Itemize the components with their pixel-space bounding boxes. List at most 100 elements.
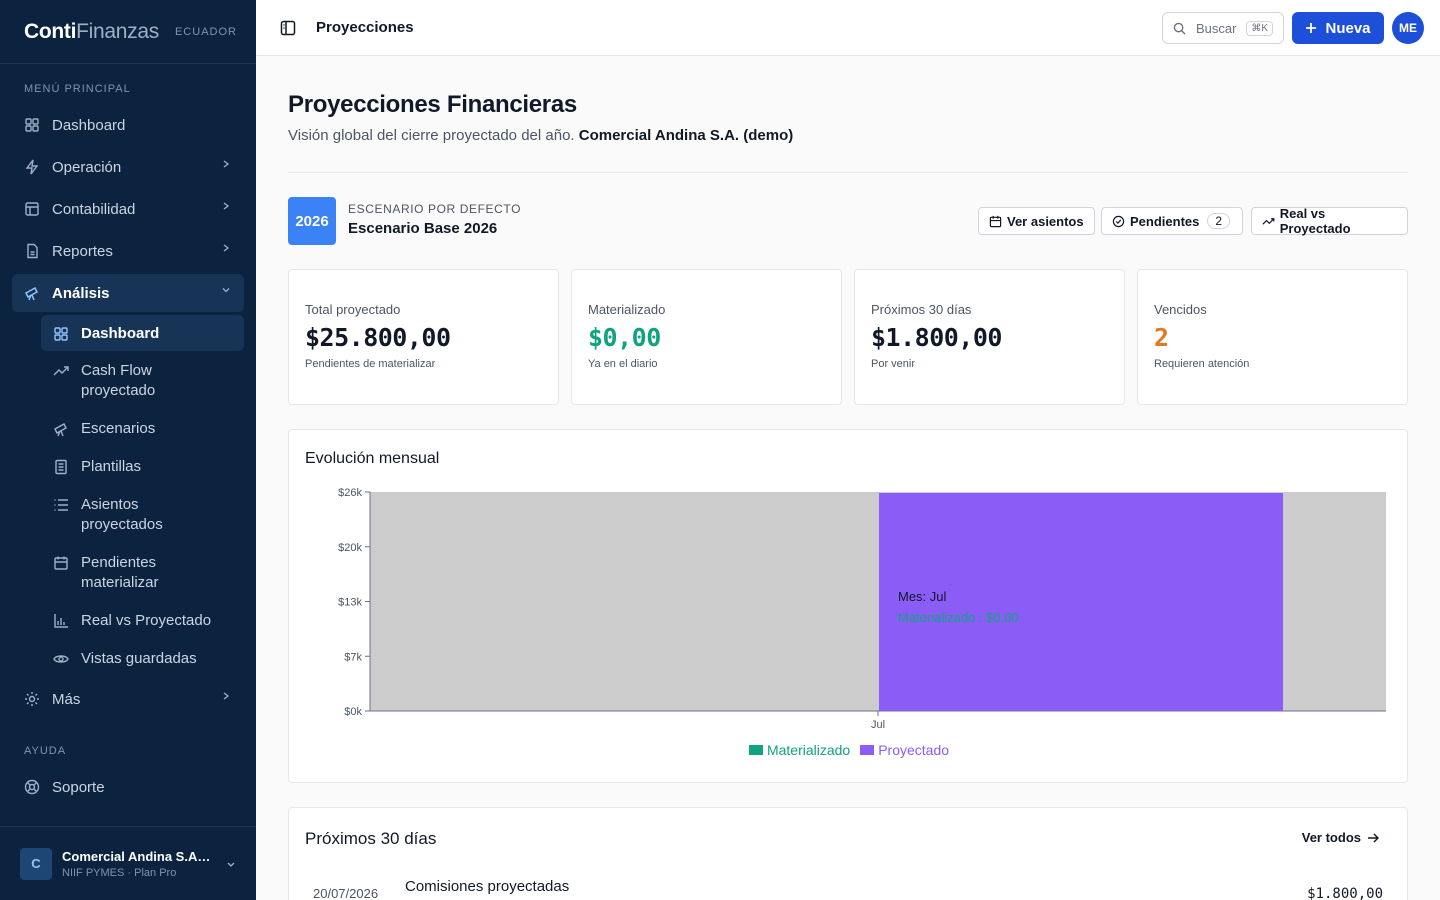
list-icon [54, 499, 68, 511]
kpi-label: Materializado [588, 302, 666, 317]
trend-up-icon [1262, 217, 1275, 225]
grid-icon [25, 118, 39, 132]
scenario-year-badge: 2026 [288, 197, 336, 245]
y-tick-label: $7k [344, 651, 362, 663]
company-name: Comercial Andina S.A. (demo) [578, 127, 794, 144]
grid-icon [25, 202, 39, 216]
sub-item-label: Pendientes materializar [81, 554, 159, 591]
scenario-name: Escenario Base 2026 [348, 220, 498, 237]
sub-item-label: Asientos proyectados [81, 496, 163, 533]
org-name: Comercial Andina S.A. (demo) [62, 848, 212, 864]
pending-label: Pendientes [1130, 213, 1200, 229]
check-circle-icon [1112, 215, 1125, 227]
sub-item-real-vs-proyectado[interactable]: Real vs Proyectado [41, 602, 244, 640]
sidebar-item-reportes[interactable]: Reportes [12, 232, 244, 270]
brand-logo[interactable]: ContiFinanzas [24, 20, 159, 44]
pending-button[interactable]: Pendientes 2 [1101, 207, 1243, 235]
sidebar-item-soporte[interactable]: Soporte [12, 768, 244, 806]
sub-item-label: Cash Flow proyectado [81, 362, 156, 399]
search-label: Buscar [1196, 20, 1237, 36]
page-subtitle-text: Visión global del cierre proyectado del … [288, 127, 575, 144]
calendar-icon [54, 556, 68, 570]
sidebar-item-label: Dashboard [52, 116, 126, 134]
org-switcher[interactable]: C Comercial Andina S.A. (demo) NIIF PYME… [0, 826, 256, 900]
chart-legend: Materializado Proyectado [289, 742, 1409, 758]
sub-item-label: Dashboard [81, 325, 160, 342]
sub-item-asientos[interactable]: Asientos proyectados [41, 486, 211, 544]
lifebuoy-icon [24, 779, 40, 795]
sidebar-item-label: Reportes [52, 242, 113, 260]
bolt-icon [25, 159, 39, 175]
chart-card-title: Evolución mensual [305, 450, 440, 467]
kpi-label: Total proyectado [305, 302, 401, 317]
sub-item-escenarios[interactable]: Escenarios [41, 410, 244, 448]
view-entries-button[interactable]: Ver asientos [978, 207, 1095, 235]
section-label-help: AYUDA [24, 745, 67, 757]
view-all-label: Ver todos [1301, 830, 1361, 845]
sub-item-vistas-guardadas[interactable]: Vistas guardadas [41, 640, 244, 678]
y-tick-label: $0k [344, 706, 362, 718]
new-button[interactable]: Nueva [1292, 12, 1384, 44]
page-title: Proyecciones Financieras [288, 91, 577, 118]
legend-swatch [860, 745, 875, 755]
row-title: Comisiones proyectadas [405, 878, 570, 895]
sidebar-item-label: Soporte [52, 778, 105, 796]
org-avatar: C [20, 847, 52, 880]
kpi-value: $0,00 [588, 323, 661, 352]
sidebar: ContiFinanzas ECUADOR MENÚ PRINCIPAL Das… [0, 0, 256, 900]
upcoming-title: Próximos 30 días [305, 829, 437, 848]
monthly-chart-card: Evolución mensual $0k $7k $13k $20k $26k Jul M… [288, 429, 1408, 783]
legend-item-materialized[interactable]: Materializado [748, 742, 851, 758]
chevron-down-icon [222, 288, 230, 293]
kpi-label: Vencidos [1154, 302, 1207, 317]
telescope-icon [25, 286, 38, 301]
chevron-right-icon [223, 160, 230, 168]
sidebar-item-analisis[interactable]: Análisis [12, 274, 244, 312]
legend-item-projected[interactable]: Proyectado [860, 742, 949, 758]
sidebar-item-contabilidad[interactable]: Contabilidad [12, 190, 244, 228]
y-tick-label: $20k [338, 542, 362, 554]
sub-item-label: Vistas guardadas [81, 650, 197, 667]
kpi-card-materialized: Materializado $0,00 Ya en el diario [571, 269, 842, 405]
kpi-label: Próximos 30 días [871, 302, 972, 317]
grid-icon [54, 327, 68, 341]
sidebar-item-label: Análisis [52, 284, 110, 302]
scenario-label: ESCENARIO POR DEFECTO [348, 202, 522, 216]
top-header: Proyecciones Buscar ⌘K Nueva ME [256, 0, 1440, 56]
sidebar-item-mas[interactable]: Más [12, 680, 244, 718]
brand: ContiFinanzas ECUADOR [0, 0, 256, 64]
sub-item-cash-flow[interactable]: Cash Flow proyectado [41, 352, 211, 410]
sidebar-toggle-icon[interactable] [280, 20, 296, 36]
x-tick-label: Jul [871, 719, 885, 731]
user-avatar[interactable]: ME [1392, 12, 1424, 44]
sub-item-plantillas[interactable]: Plantillas [41, 448, 244, 486]
sub-item-label: Real vs Proyectado [81, 612, 212, 629]
page-header-title: Proyecciones [316, 19, 414, 36]
plus-icon [1306, 23, 1317, 33]
view-entries-label: Ver asientos [1007, 213, 1084, 229]
kpi-card-overdue: Vencidos 2 Requieren atención [1137, 269, 1408, 405]
kpi-note: Por venir [871, 358, 916, 370]
monthly-chart[interactable]: $0k $7k $13k $20k $26k Jul Mes: Jul Materializa… [289, 470, 1407, 770]
sidebar-item-label: Más [52, 690, 81, 708]
sub-item-dashboard[interactable]: Dashboard [41, 315, 244, 351]
chevron-right-icon [223, 692, 230, 700]
view-all-link[interactable]: Ver todos [1302, 830, 1379, 845]
section-label-main: MENÚ PRINCIPAL [24, 83, 131, 95]
search-button[interactable]: Buscar ⌘K [1162, 12, 1284, 44]
sidebar-item-operacion[interactable]: Operación [12, 148, 244, 186]
calendar-icon [989, 215, 1002, 227]
tooltip-title: Mes: Jul [898, 589, 947, 604]
sub-item-pendientes[interactable]: Pendientes materializar [41, 544, 211, 602]
legend-label: Proyectado [878, 742, 950, 758]
kpi-note: Ya en el diario [588, 358, 658, 370]
org-info: Comercial Andina S.A. (demo) NIIF PYMES … [62, 849, 212, 879]
sidebar-item-dashboard[interactable]: Dashboard [12, 106, 244, 144]
trend-up-icon [53, 366, 69, 376]
search-shortcut: ⌘K [1246, 20, 1273, 36]
real-vs-projected-button[interactable]: Real vs Proyectado [1251, 206, 1408, 236]
document-icon [55, 459, 67, 475]
legend-label: Materializado [766, 742, 851, 758]
telescope-icon [54, 423, 67, 437]
kpi-value: $1.800,00 [871, 323, 1002, 352]
